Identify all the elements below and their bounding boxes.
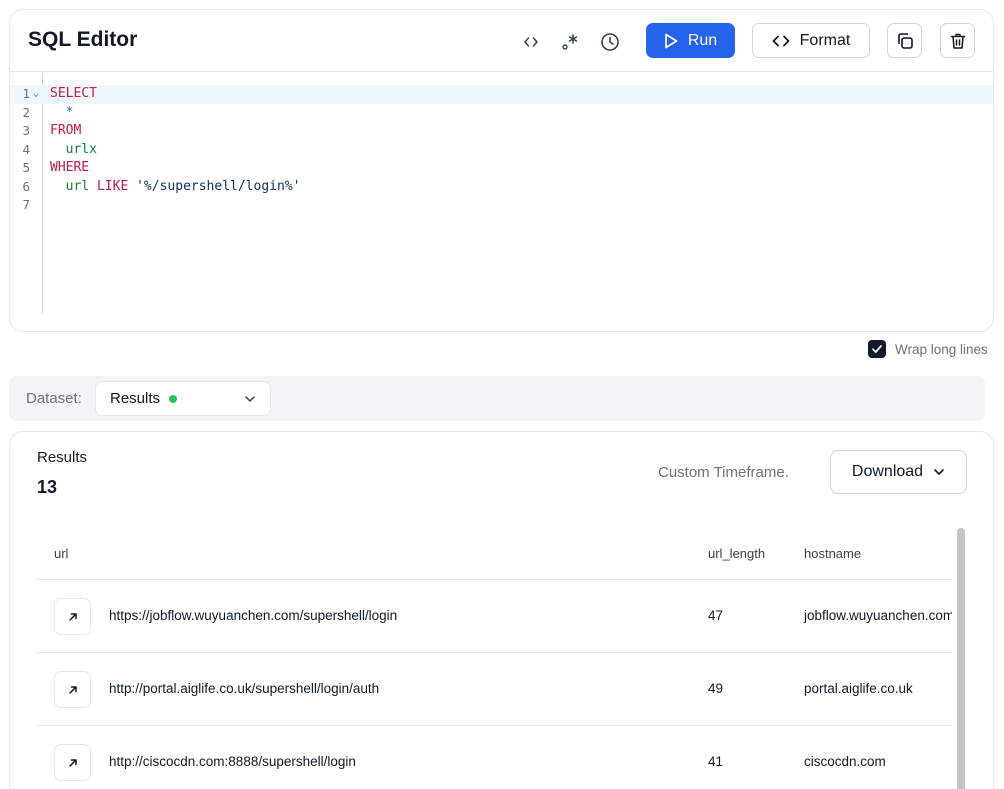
code-line[interactable]: 4 urlx — [10, 141, 993, 160]
chevron-down-icon — [934, 469, 944, 475]
code-text: urlx — [50, 141, 97, 160]
code-icon — [772, 35, 790, 46]
results-count: 13 — [37, 477, 58, 497]
code-icon[interactable] — [519, 30, 543, 54]
open-row-button[interactable] — [54, 598, 91, 635]
trash-icon — [950, 33, 965, 49]
code-line[interactable]: 5 WHERE — [10, 159, 993, 178]
line-number: 1 — [22, 86, 30, 101]
code-token: urlx — [65, 141, 97, 157]
download-button[interactable]: Download — [830, 450, 967, 494]
open-row-button[interactable] — [54, 671, 91, 708]
scrollbar-thumb[interactable] — [957, 528, 965, 789]
page-title: SQL Editor — [28, 28, 138, 51]
sql-editor-panel: SQL Editor Run Format 1 ⌄ SELECT 2 * 3 FROM 4 … — [9, 9, 994, 332]
cell-url-length: 41 — [708, 754, 724, 769]
line-number: 2 — [22, 104, 30, 120]
open-row-button[interactable] — [54, 744, 91, 781]
code-editor[interactable]: 1 ⌄ SELECT 2 * 3 FROM 4 urlx 5 WHERE 6 url LIKE '… — [10, 73, 993, 331]
code-token: FROM — [50, 123, 82, 138]
cell-url: https://jobflow.wuyuanchen.com/supershel… — [109, 608, 398, 623]
results-table: url url_length hostname https://jobflow.… — [36, 528, 952, 789]
run-button-label: Run — [687, 31, 718, 49]
editor-toolbar: SQL Editor Run Format — [10, 10, 993, 72]
code-line[interactable]: 3 FROM — [10, 122, 993, 141]
code-line[interactable]: 2 * — [10, 104, 993, 123]
code-token: '%/supershell/login%' — [136, 178, 301, 194]
cell-hostname: ciscocdn.com — [804, 754, 886, 769]
timeframe-text: Custom Timeframe. — [658, 464, 789, 481]
line-number: 6 — [22, 178, 30, 194]
copy-button[interactable] — [887, 23, 922, 58]
cell-url: http://portal.aiglife.co.uk/supershell/l… — [109, 681, 380, 696]
line-number: 4 — [22, 141, 30, 157]
run-button[interactable]: Run — [646, 23, 735, 58]
code-token: LIKE — [96, 178, 129, 194]
arrow-up-right-icon — [68, 685, 77, 694]
code-line[interactable]: 1 ⌄ SELECT — [10, 85, 993, 104]
cell-url-length: 49 — [708, 681, 724, 696]
dataset-label: Dataset: — [26, 390, 82, 407]
wrap-lines-label: Wrap long lines — [895, 341, 988, 357]
code-text: url LIKE '%/supershell/login%' — [50, 178, 301, 197]
code-token: * — [65, 104, 74, 120]
table-row: https://jobflow.wuyuanchen.com/supershel… — [36, 579, 952, 652]
results-panel: Results 13 Custom Timeframe. Download ur… — [9, 431, 994, 789]
dataset-value: Results — [110, 390, 161, 407]
column-header-url[interactable]: url — [54, 546, 68, 561]
play-icon — [664, 33, 678, 48]
regex-icon[interactable] — [558, 30, 582, 54]
cell-url: http://ciscocdn.com:8888/supershell/logi… — [109, 754, 356, 769]
code-token: url — [65, 178, 90, 194]
format-button[interactable]: Format — [752, 23, 870, 58]
dataset-bar: Dataset: Results — [9, 376, 985, 421]
table-row: http://portal.aiglife.co.uk/supershell/l… — [36, 652, 952, 725]
table-row: http://ciscocdn.com:8888/supershell/logi… — [36, 725, 952, 789]
results-scrollbar[interactable] — [956, 528, 966, 789]
cell-url-length: 47 — [708, 608, 724, 623]
cell-hostname: portal.aiglife.co.uk — [804, 681, 913, 696]
dataset-select[interactable]: Results — [95, 381, 271, 416]
line-number: 7 — [22, 197, 30, 212]
copy-icon — [897, 32, 913, 49]
check-icon — [872, 345, 882, 353]
wrap-lines-checkbox[interactable] — [868, 340, 886, 358]
cell-hostname: jobflow.wuyuanchen.com — [804, 608, 952, 623]
column-header-url-length[interactable]: url_length — [708, 546, 765, 561]
code-text: WHERE — [50, 159, 89, 178]
code-text: * — [50, 104, 74, 123]
status-dot — [169, 394, 178, 403]
fold-chevron-icon[interactable]: ⌄ — [33, 85, 39, 104]
arrow-up-right-icon — [68, 612, 77, 621]
column-header-hostname[interactable]: hostname — [804, 546, 861, 561]
format-button-label: Format — [799, 31, 851, 49]
history-icon[interactable] — [598, 30, 622, 54]
wrap-lines-option[interactable]: Wrap long lines — [868, 340, 988, 358]
code-text: FROM — [50, 122, 81, 141]
code-token: SELECT — [50, 86, 97, 101]
results-label: Results — [37, 449, 88, 466]
chevron-down-icon — [245, 396, 255, 402]
code-line[interactable]: 6 url LIKE '%/supershell/login%' — [10, 178, 993, 197]
download-button-label: Download — [851, 463, 924, 480]
code-text: SELECT — [50, 85, 97, 104]
delete-button[interactable] — [940, 23, 975, 58]
line-number: 3 — [22, 123, 30, 138]
code-token: WHERE — [50, 160, 90, 175]
line-number: 5 — [22, 160, 30, 175]
code-line[interactable]: 7 — [10, 196, 993, 215]
arrow-up-right-icon — [68, 758, 77, 767]
